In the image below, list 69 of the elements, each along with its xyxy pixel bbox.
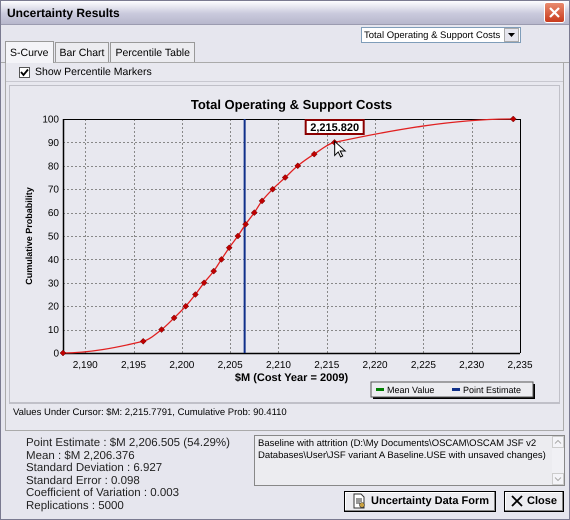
percentile-marker (282, 174, 288, 181)
series-dropdown[interactable]: Total Operating & Support Costs (361, 27, 521, 43)
y-tick-label: 10 (48, 325, 59, 336)
percentile-marker (226, 244, 232, 251)
statistic-text: Replications : 5000 (26, 500, 125, 513)
statistic-text: Point Estimate : $M 2,206.505 (54.29%) (26, 437, 231, 450)
statistic-text: Standard Error : 0.098 (26, 474, 141, 488)
x-tick-label: 2,190 (72, 360, 98, 371)
description-text: Baseline with attrition (D:\My Documents\OSCAM\OSCAM JSF v2 Databases\User\JSF variant A Baseline.USE with unsaved changes) (257, 437, 547, 463)
tab[interactable]: Bar Chart (54, 42, 110, 62)
percentile-marker (310, 150, 318, 158)
document-icon (351, 493, 368, 510)
percentile-marker (182, 302, 189, 310)
cursor-readout: Values Under Cursor: $M: 2,215.7791, Cumulative Prob: 90.4110 (9, 403, 560, 421)
legend-label: Point Estimate (463, 385, 522, 395)
percentile-marker (258, 198, 266, 204)
y-tick-label: 50 (48, 232, 59, 242)
x-tick-label: 2,215 (314, 360, 340, 371)
legend-label: Mean Value (387, 385, 434, 395)
percentile-marker (210, 268, 217, 274)
percentile-marker (510, 116, 516, 122)
value-callout: 2,215.820 (304, 119, 365, 135)
x-tick-label: 2,235 (507, 360, 533, 371)
tab[interactable]: S-Curve (5, 41, 54, 63)
checkbox-label: Show Percentile Markers (35, 66, 152, 78)
x-tick-label: 2,220 (362, 360, 388, 371)
checkbox[interactable] (19, 66, 30, 78)
y-tick-label: 70 (48, 184, 59, 196)
percentile-marker (200, 280, 208, 286)
y-tick-label: 40 (48, 254, 59, 266)
y-tick-label: 0 (53, 348, 59, 360)
close-button[interactable]: Close (504, 490, 564, 512)
y-axis-title: Cumulative Probability (24, 187, 34, 285)
percentile-marker (158, 326, 165, 333)
percentile-marker (60, 350, 66, 356)
annotation: 2,215.820 (310, 122, 360, 134)
x-tick-label: 2,195 (121, 360, 146, 371)
percentile-marker (218, 256, 225, 263)
x-tick-label: 2,225 (410, 360, 436, 371)
data-form-button[interactable]: Uncertainty Data Form (344, 490, 496, 512)
percentile-marker (294, 162, 302, 170)
y-tick-label: 20 (48, 302, 59, 313)
percentile-marker (140, 338, 146, 345)
y-tick-label: 60 (48, 208, 59, 220)
percentile-marker (192, 291, 199, 298)
y-tick-label: 30 (48, 278, 59, 290)
percentile-marker (170, 314, 178, 322)
x-tick-label: 2,200 (169, 360, 194, 371)
statistic-text: Mean : $M 2,206.376 (26, 450, 136, 462)
percentile-marker (269, 186, 276, 192)
close-icon (511, 495, 524, 508)
chart-title: Total Operating & Support Costs (190, 97, 392, 112)
cursor-icon (334, 140, 346, 158)
window-title: Uncertainty Results (7, 6, 121, 20)
tab[interactable]: Percentile Table (110, 42, 195, 62)
y-tick-label: 90 (48, 138, 59, 149)
statistic-text: Standard Deviation : 6.927 (26, 462, 164, 475)
percentile-marker (242, 221, 249, 228)
x-axis-title: $M (Cost Year = 2009) (234, 372, 348, 384)
x-tick-label: 2,210 (266, 360, 291, 371)
statistic-text: Coefficient of Variation : 0.003 (26, 487, 180, 500)
percentile-marker (251, 209, 258, 216)
caret-icon (508, 33, 515, 37)
x-tick-label: 2,230 (459, 360, 484, 371)
y-tick-label: 80 (48, 161, 59, 172)
x-tick-label: 2,205 (218, 360, 243, 371)
percentile-marker (234, 232, 242, 240)
y-tick-label: 100 (42, 114, 59, 126)
close-icon[interactable] (544, 2, 565, 23)
